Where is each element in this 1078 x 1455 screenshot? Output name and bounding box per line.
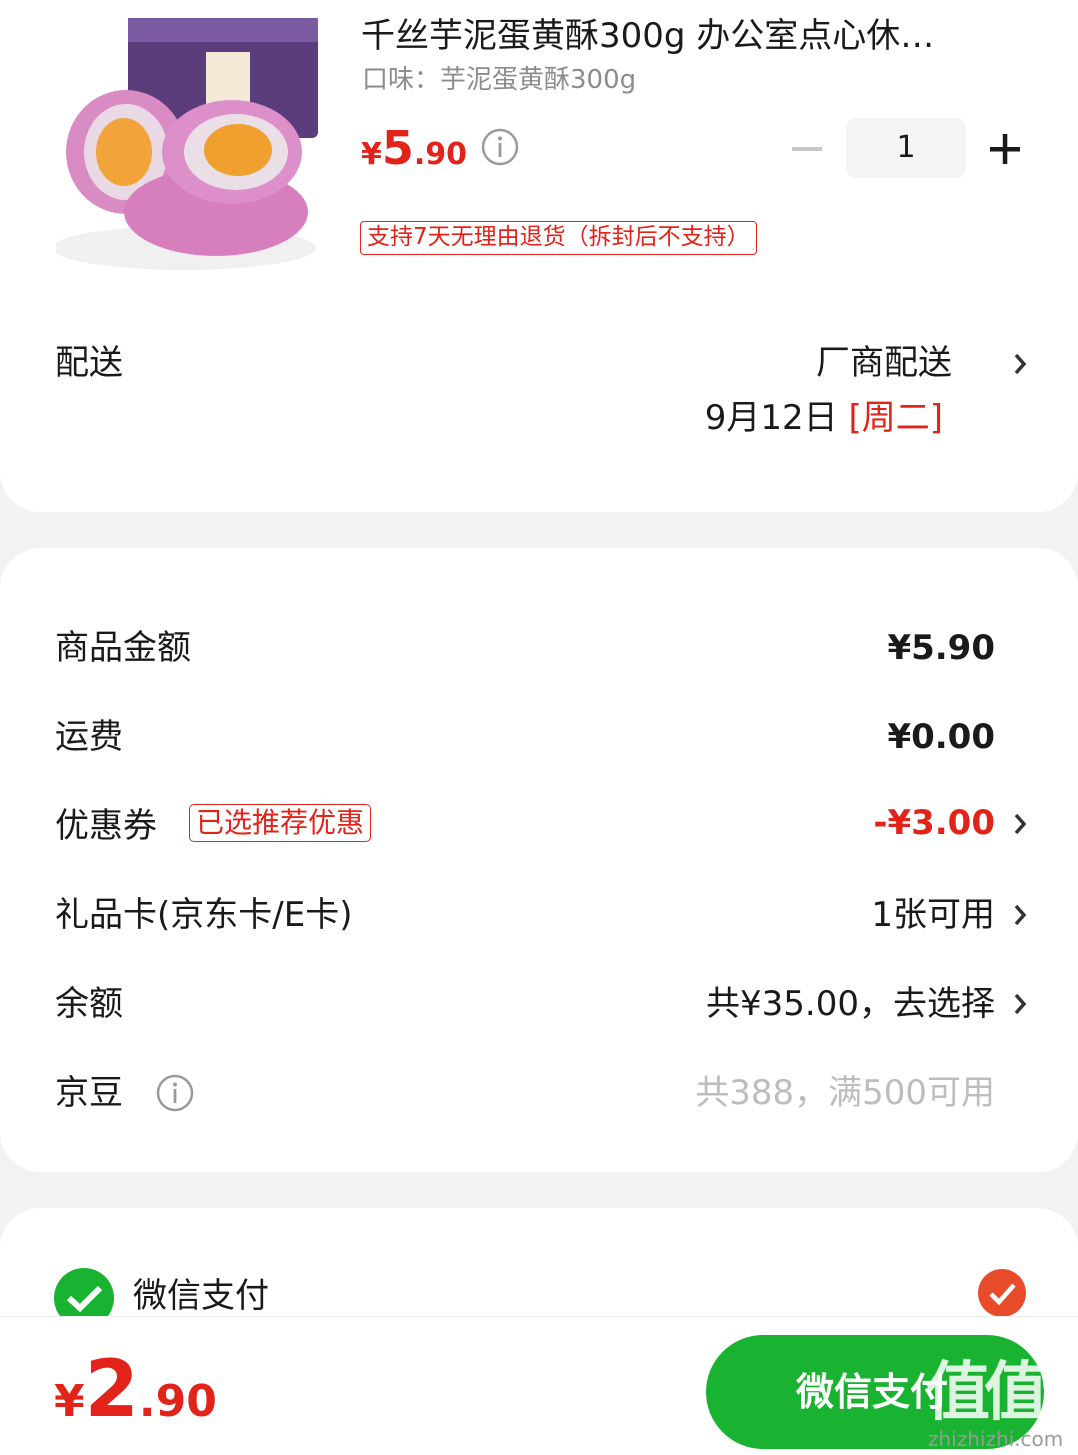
total-integer: 2 <box>84 1345 139 1435</box>
shipping-value: ¥0.00 <box>887 717 995 757</box>
goods-amount-label: 商品金额 <box>55 628 191 668</box>
coupon-value[interactable]: -¥3.00 <box>873 801 995 845</box>
balance-value[interactable]: 共¥35.00，去选择 <box>706 982 995 1026</box>
product-card: 千丝芋泥蛋黄酥300g 办公室点心休… 口味：芋泥蛋黄酥300g ¥5.90 1… <box>0 0 1078 512</box>
chevron-right-icon[interactable] <box>1012 902 1028 928</box>
total-amount: ¥2.90 <box>54 1345 217 1455</box>
delivery-label: 配送 <box>55 343 123 383</box>
chevron-right-icon[interactable] <box>1012 991 1028 1017</box>
check-icon[interactable] <box>977 1268 1027 1318</box>
coupon-label[interactable]: 优惠券 <box>55 804 157 848</box>
checkout-bar: ¥2.90 微信支付 <box>0 1316 1078 1455</box>
price-summary-card: 商品金额 ¥5.90 运费 ¥0.00 优惠券 已选推荐优惠 -¥3.00 礼品… <box>0 548 1078 1172</box>
watermark: 值值值 <box>926 1356 1078 1430</box>
jingdou-label: 京豆 <box>55 1073 123 1113</box>
product-title[interactable]: 千丝芋泥蛋黄酥300g 办公室点心休… <box>361 14 1021 58</box>
watermark-url: zhizhizhi.com <box>928 1427 1064 1451</box>
shipping-label: 运费 <box>55 717 123 757</box>
delivery-date-text: 9月12日 <box>704 398 838 438</box>
info-icon[interactable] <box>480 127 520 167</box>
gift-card-value[interactable]: 1张可用 <box>871 893 995 937</box>
total-currency: ¥ <box>54 1376 85 1427</box>
delivery-date[interactable]: 9月12日 [周二] <box>705 396 943 440</box>
info-icon[interactable] <box>155 1073 195 1113</box>
price-decimal: .90 <box>413 137 468 172</box>
balance-label[interactable]: 余额 <box>55 982 123 1026</box>
minus-icon[interactable] <box>786 128 828 170</box>
product-image[interactable] <box>56 12 328 270</box>
return-policy-badge: 支持7天无理由退货（拆封后不支持） <box>360 221 757 255</box>
coupon-status-badge: 已选推荐优惠 <box>189 804 372 842</box>
price-currency: ¥ <box>361 137 382 172</box>
product-spec[interactable]: 口味：芋泥蛋黄酥300g <box>362 62 636 98</box>
total-decimal: .90 <box>138 1376 217 1427</box>
delivery-weekday: [周二] <box>848 398 943 438</box>
quantity-input[interactable]: 1 <box>846 118 966 178</box>
product-price: ¥5.90 <box>361 120 467 187</box>
goods-amount-value: ¥5.90 <box>887 628 995 668</box>
plus-icon[interactable] <box>984 128 1026 170</box>
payment-method-label[interactable]: 微信支付 <box>133 1274 269 1318</box>
chevron-right-icon[interactable] <box>1012 811 1028 837</box>
gift-card-label[interactable]: 礼品卡(京东卡/E卡) <box>55 893 352 937</box>
chevron-right-icon[interactable] <box>1012 351 1028 377</box>
jingdou-value: 共388，满500可用 <box>695 1073 995 1113</box>
price-integer: 5 <box>381 121 414 175</box>
delivery-method[interactable]: 厂商配送 <box>816 341 952 385</box>
